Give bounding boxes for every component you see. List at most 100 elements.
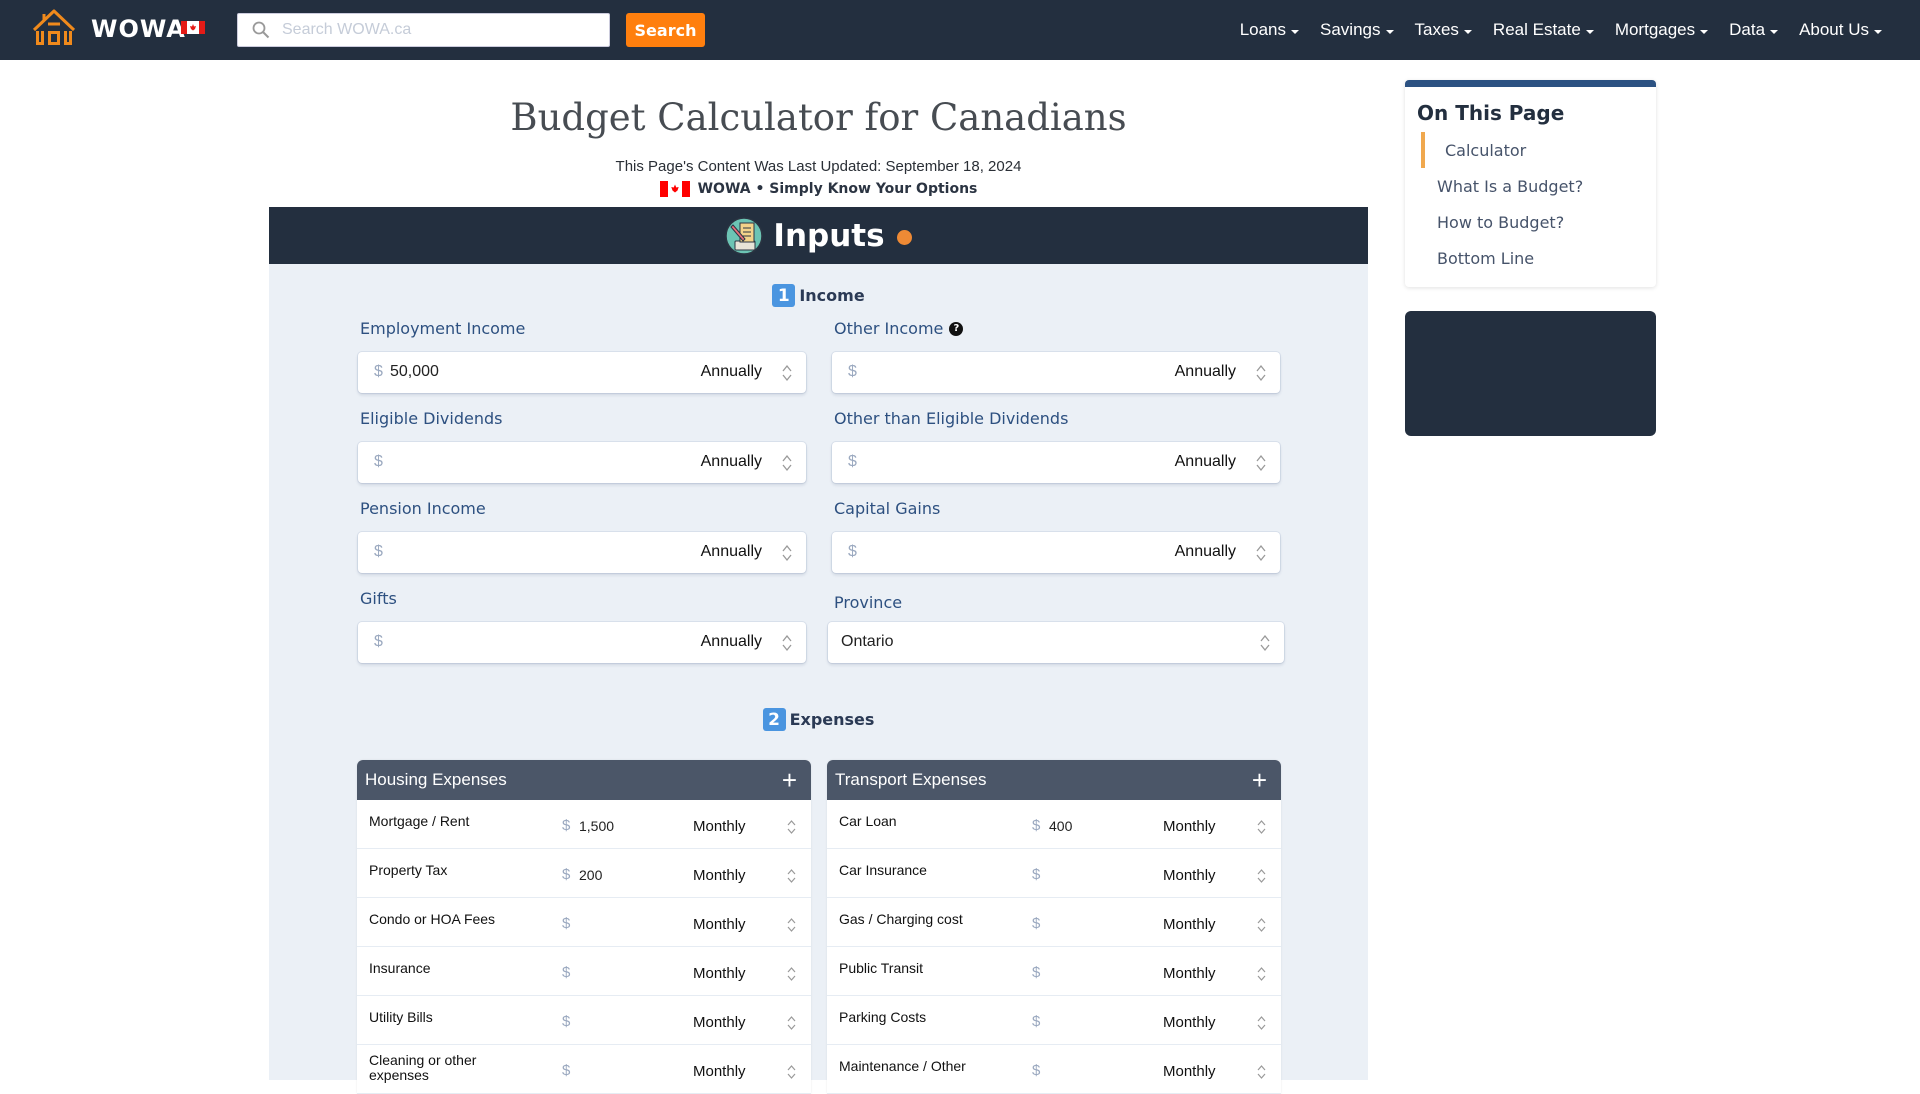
frequency-select[interactable]: Annually — [701, 543, 762, 561]
employment-income-field[interactable]: $ 50,000 Annually — [358, 352, 806, 393]
updown-chevron-icon[interactable] — [782, 544, 792, 562]
expense-row: Property Tax $200 Monthly — [357, 849, 811, 898]
capital-gains-label: Capital Gains — [834, 499, 940, 518]
updown-chevron-icon[interactable] — [1257, 868, 1266, 884]
expense-amount-input[interactable]: 200 — [579, 867, 602, 883]
capital-gains-field[interactable]: $ Annually — [832, 532, 1280, 573]
gifts-field[interactable]: $ Annually — [358, 622, 806, 663]
dollar-sign: $ — [1032, 1013, 1041, 1030]
updown-chevron-icon[interactable] — [1257, 917, 1266, 933]
expense-row: Cleaning or other expenses $ Monthly — [357, 1045, 811, 1094]
updown-chevron-icon[interactable] — [1256, 454, 1266, 472]
sidebar-promo-box — [1405, 311, 1656, 436]
province-select[interactable]: Ontario — [828, 622, 1284, 663]
nav-loans[interactable]: Loans — [1240, 20, 1300, 40]
form-edit-icon — [725, 216, 764, 255]
other-income-label: Other Income ? — [834, 319, 964, 338]
updown-chevron-icon[interactable] — [787, 819, 796, 835]
frequency-select[interactable]: Monthly — [1163, 965, 1216, 982]
expense-row: Car Insurance $ Monthly — [827, 849, 1281, 898]
updown-chevron-icon[interactable] — [782, 454, 792, 472]
province-value[interactable]: Ontario — [841, 633, 893, 651]
updown-chevron-icon[interactable] — [782, 634, 792, 652]
dollar-sign: $ — [374, 543, 383, 560]
expense-label: Insurance — [369, 960, 431, 976]
frequency-select[interactable]: Monthly — [693, 1014, 746, 1031]
panel-header[interactable]: Transport Expenses + — [827, 760, 1281, 800]
toc-item-how-to-budget[interactable]: How to Budget? — [1437, 213, 1564, 232]
other-income-field[interactable]: $ Annually — [832, 352, 1280, 393]
dollar-sign: $ — [848, 363, 857, 380]
frequency-select[interactable]: Monthly — [1163, 867, 1216, 884]
label-text: Other than Eligible Dividends — [834, 409, 1069, 428]
updown-chevron-icon[interactable] — [1256, 364, 1266, 382]
frequency-select[interactable]: Annually — [1175, 453, 1236, 471]
expense-label: Maintenance / Other — [839, 1058, 966, 1074]
updown-chevron-icon[interactable] — [1260, 634, 1270, 652]
step-badge: 1 — [772, 284, 796, 307]
frequency-select[interactable]: Monthly — [693, 916, 746, 933]
canada-flag-icon — [659, 181, 690, 197]
frequency-select[interactable]: Monthly — [1163, 1014, 1216, 1031]
toc-item-calculator[interactable]: Calculator — [1445, 141, 1526, 160]
caret-down-icon — [1385, 29, 1394, 34]
frequency-select[interactable]: Annually — [701, 363, 762, 381]
updown-chevron-icon[interactable] — [1257, 1064, 1266, 1080]
updown-chevron-icon[interactable] — [787, 917, 796, 933]
inputs-header: Inputs — [269, 207, 1368, 264]
nav-data[interactable]: Data — [1729, 20, 1779, 40]
help-icon[interactable]: ? — [949, 321, 964, 336]
updown-chevron-icon[interactable] — [787, 868, 796, 884]
nav-real-estate[interactable]: Real Estate — [1493, 20, 1594, 40]
on-this-page-nav: On This Page Calculator What Is a Budget… — [1405, 80, 1656, 287]
frequency-select[interactable]: Annually — [701, 453, 762, 471]
updown-chevron-icon[interactable] — [1257, 819, 1266, 835]
updown-chevron-icon[interactable] — [1256, 544, 1266, 562]
caret-down-icon — [1585, 29, 1594, 34]
dollar-sign: $ — [374, 453, 383, 470]
caret-down-icon — [1291, 29, 1300, 34]
frequency-select[interactable]: Monthly — [1163, 1063, 1216, 1080]
plus-icon[interactable]: + — [782, 767, 797, 793]
plus-icon[interactable]: + — [1252, 767, 1267, 793]
nav-taxes[interactable]: Taxes — [1415, 20, 1472, 40]
frequency-select[interactable]: Monthly — [693, 965, 746, 982]
last-updated: This Page's Content Was Last Updated: Se… — [615, 158, 1022, 175]
toc-item-what-is-a-budget[interactable]: What Is a Budget? — [1437, 177, 1583, 196]
frequency-select[interactable]: Annually — [1175, 363, 1236, 381]
expense-amount-input[interactable]: 1,500 — [579, 818, 614, 834]
updown-chevron-icon[interactable] — [1257, 966, 1266, 982]
nav-mortgages[interactable]: Mortgages — [1615, 20, 1709, 40]
toc-active-indicator — [1421, 132, 1425, 168]
dollar-sign: $ — [562, 817, 571, 834]
frequency-select[interactable]: Annually — [1175, 543, 1236, 561]
other-dividends-field[interactable]: $ Annually — [832, 442, 1280, 483]
expense-label: Property Tax — [369, 862, 448, 878]
employment-income-input[interactable]: 50,000 — [390, 363, 439, 381]
dollar-sign: $ — [1032, 866, 1041, 883]
frequency-select[interactable]: Monthly — [1163, 818, 1216, 835]
frequency-select[interactable]: Monthly — [693, 818, 746, 835]
frequency-select[interactable]: Annually — [701, 633, 762, 651]
pension-income-field[interactable]: $ Annually — [358, 532, 806, 573]
updown-chevron-icon[interactable] — [1257, 1015, 1266, 1031]
nav-about-us[interactable]: About Us — [1799, 20, 1882, 40]
caret-down-icon — [1770, 29, 1779, 34]
brand-name[interactable]: WOWA — [91, 15, 186, 43]
expense-label: Car Insurance — [839, 862, 927, 878]
search-input[interactable] — [282, 14, 602, 46]
updown-chevron-icon[interactable] — [787, 966, 796, 982]
frequency-select[interactable]: Monthly — [1163, 916, 1216, 933]
panel-header[interactable]: Housing Expenses + — [357, 760, 811, 800]
expense-amount-input[interactable]: 400 — [1049, 818, 1072, 834]
wowa-logo-icon[interactable] — [30, 8, 78, 48]
toc-item-bottom-line[interactable]: Bottom Line — [1437, 249, 1534, 268]
frequency-select[interactable]: Monthly — [693, 867, 746, 884]
eligible-dividends-field[interactable]: $ Annually — [358, 442, 806, 483]
frequency-select[interactable]: Monthly — [693, 1063, 746, 1080]
updown-chevron-icon[interactable] — [782, 364, 792, 382]
updown-chevron-icon[interactable] — [787, 1064, 796, 1080]
updown-chevron-icon[interactable] — [787, 1015, 796, 1031]
search-button[interactable]: Search — [626, 13, 705, 47]
nav-savings[interactable]: Savings — [1320, 20, 1394, 40]
